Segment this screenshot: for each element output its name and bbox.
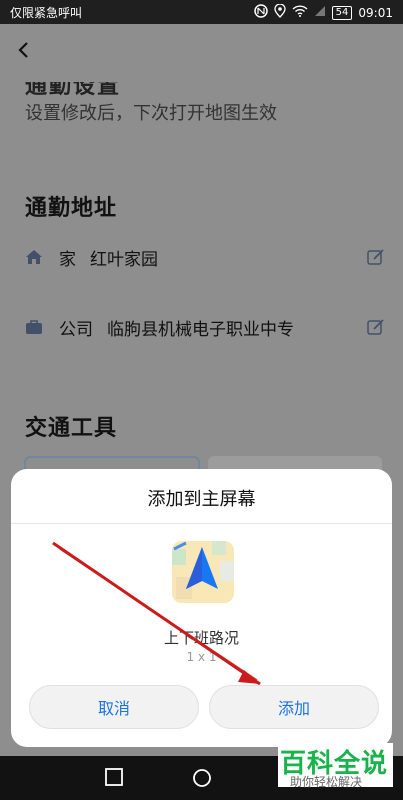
edit-company-icon[interactable] (367, 318, 385, 336)
location-icon (274, 3, 286, 21)
home-address-row[interactable]: 家 红叶家园 (25, 237, 385, 277)
company-address: 临朐县机械电子职业中专 (107, 319, 294, 340)
home-address: 红叶家园 (90, 249, 158, 270)
app-icon (172, 541, 234, 603)
watermark: 百科全说 助你轻松解决 (278, 743, 393, 789)
edit-home-icon[interactable] (367, 248, 385, 266)
recent-apps-icon[interactable] (105, 768, 125, 788)
add-to-home-dialog: 添加到主屏幕 上下班路况 1 x 1 取消 添加 (11, 469, 392, 747)
company-label: 公司 (59, 319, 93, 340)
home-nav-icon[interactable] (192, 768, 212, 788)
back-button[interactable] (14, 40, 34, 60)
home-label: 家 (59, 249, 76, 270)
company-address-row[interactable]: 公司 临朐县机械电子职业中专 (25, 307, 385, 347)
page-title: 通勤设置 (25, 74, 122, 99)
cancel-button[interactable]: 取消 (29, 685, 199, 729)
dialog-title: 添加到主屏幕 (147, 489, 256, 510)
nfc-icon (253, 4, 268, 21)
app-name: 上下班路况 (163, 629, 239, 647)
home-icon (25, 248, 43, 266)
divider (11, 523, 392, 524)
watermark-subtitle: 助你轻松解决 (290, 775, 363, 789)
status-time: 09:01 (358, 5, 393, 20)
status-icons: 54 09:01 (253, 3, 393, 21)
carrier-text: 仅限紧急呼叫 (10, 6, 83, 20)
signal-icon (314, 5, 326, 20)
add-button[interactable]: 添加 (209, 685, 379, 729)
briefcase-icon (25, 318, 43, 336)
wifi-icon (292, 5, 308, 20)
commute-address-title: 通勤地址 (25, 196, 118, 221)
status-bar: 仅限紧急呼叫 54 09:01 (0, 0, 403, 24)
app-size: 1 x 1 (186, 650, 217, 664)
transport-title: 交通工具 (25, 416, 118, 441)
page-subtitle: 设置修改后，下次打开地图生效 (25, 103, 277, 124)
battery-indicator: 54 (331, 5, 353, 20)
